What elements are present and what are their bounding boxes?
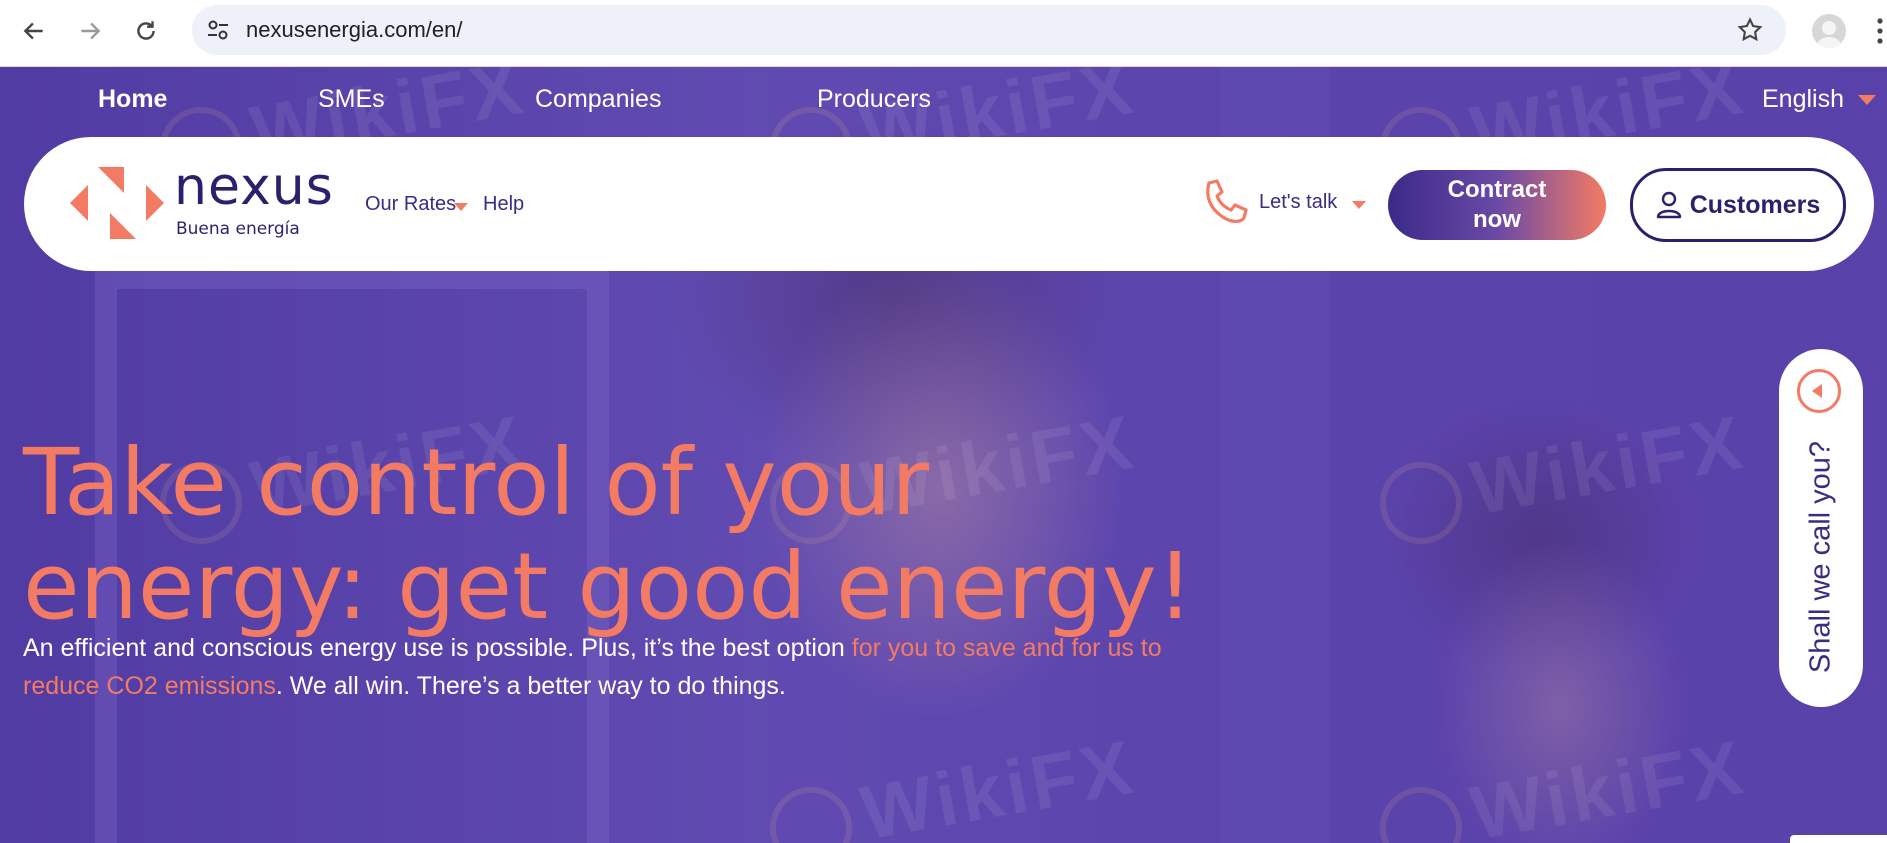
contract-label-line2: now	[1472, 206, 1521, 233]
lets-talk-menu[interactable]: Let's talk	[1259, 191, 1337, 214]
forward-arrow-icon	[81, 22, 101, 40]
browser-toolbar: nexusenergia.com/en/	[0, 0, 1887, 67]
nav-companies[interactable]: Companies	[535, 85, 661, 114]
reload-button[interactable]	[126, 11, 166, 51]
customers-label: Customers	[1689, 190, 1821, 219]
contract-now-button[interactable]: Contract now	[1388, 170, 1606, 240]
profile-avatar[interactable]	[1812, 14, 1846, 48]
help-link[interactable]: Help	[483, 193, 524, 216]
customers-button[interactable]: Customers	[1630, 168, 1846, 242]
bottom-corner-element	[1790, 835, 1887, 843]
nav-producers[interactable]: Producers	[817, 85, 931, 114]
url-text[interactable]: nexusenergia.com/en/	[246, 5, 462, 55]
hero-description-part2: . We all win. There’s a better way to do…	[275, 672, 786, 700]
bookmark-star-icon[interactable]	[1736, 16, 1764, 44]
language-selector[interactable]: English	[1762, 85, 1844, 114]
nav-smes[interactable]: SMEs	[318, 85, 385, 114]
contract-label: Contract now	[1448, 175, 1547, 235]
hero-headline: Take control of your energy: get good en…	[23, 431, 1223, 639]
address-bar[interactable]: nexusenergia.com/en/	[192, 5, 1786, 55]
hero-section: WikiFX WikiFX WikiFX WikiFX WikiFX WikiF…	[0, 67, 1887, 843]
hero-description: An efficient and conscious energy use is…	[23, 629, 1163, 705]
browser-menu-icon[interactable]	[1876, 18, 1884, 44]
phone-icon[interactable]	[1200, 177, 1250, 227]
chevron-down-icon[interactable]	[454, 203, 468, 211]
call-me-widget[interactable]: Shall we call you?	[1779, 349, 1863, 707]
back-arrow-icon	[23, 22, 43, 40]
hero-headline-line2: energy: get good energy!	[23, 533, 1194, 640]
nav-home[interactable]: Home	[98, 85, 167, 114]
contract-label-line1: Contract	[1447, 176, 1547, 203]
logo-tagline: Buena energía	[176, 219, 300, 239]
chevron-down-icon[interactable]	[1858, 95, 1876, 105]
person-icon	[1817, 21, 1841, 48]
site-header: nexus Buena energía Our Rates Help Let's…	[24, 137, 1874, 271]
reload-icon	[137, 21, 155, 40]
forward-button[interactable]	[70, 11, 110, 51]
hero-headline-line1: Take control of your	[23, 429, 930, 536]
our-rates-menu[interactable]: Our Rates	[365, 193, 456, 216]
back-button[interactable]	[14, 11, 54, 51]
logo-wordmark[interactable]: nexus	[174, 157, 334, 217]
nexus-logo-icon[interactable]	[70, 167, 164, 239]
user-icon	[1656, 191, 1681, 219]
site-settings-icon[interactable]	[202, 14, 234, 46]
hero-description-part1: An efficient and conscious energy use is…	[23, 634, 852, 662]
call-me-label[interactable]: Shall we call you?	[1805, 441, 1838, 673]
expand-arrow-icon[interactable]	[1797, 369, 1841, 413]
chevron-down-icon[interactable]	[1352, 201, 1366, 209]
